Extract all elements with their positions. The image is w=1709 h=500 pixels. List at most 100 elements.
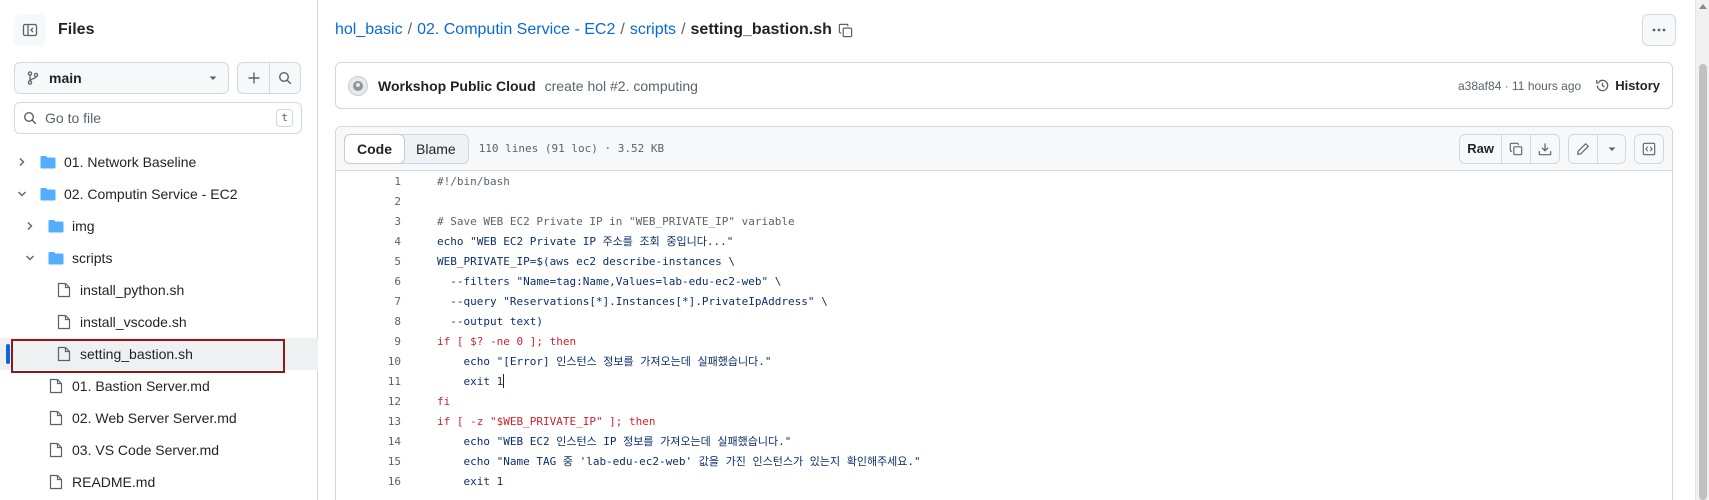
history-button[interactable]: History — [1595, 78, 1660, 93]
file-icon — [48, 378, 64, 394]
history-icon — [1596, 79, 1609, 92]
chevron-right-icon — [22, 218, 38, 234]
breadcrumb-repo-link[interactable]: hol_basic — [335, 21, 403, 39]
line-content: fi — [437, 394, 451, 408]
line-number[interactable]: 10 — [336, 355, 401, 368]
file-tree: 01. Network Baseline 02. Computin Servic… — [0, 146, 318, 498]
download-button[interactable] — [1530, 134, 1559, 163]
code-line: 10 echo "[Error] 인스턴스 정보를 가져오는데 실패했습니다." — [336, 351, 1672, 371]
history-label: History — [1615, 78, 1660, 93]
line-number[interactable]: 11 — [336, 375, 401, 388]
breadcrumb-separator: / — [407, 21, 413, 38]
go-to-file-input[interactable]: Go to file t — [14, 102, 302, 134]
line-content: echo "WEB EC2 Private IP 주소를 조회 중입니다..." — [437, 235, 734, 248]
line-number[interactable]: 13 — [336, 415, 401, 428]
caret-down-icon — [1608, 147, 1615, 151]
chevron-down-icon — [22, 250, 38, 266]
tree-item-setting-bastion[interactable]: setting_bastion.sh — [0, 338, 318, 373]
line-content: --filters "Name=tag:Name,Values=lab-edu-… — [437, 274, 782, 288]
tree-item-label: install_python.sh — [80, 282, 185, 298]
code-line: 12 fi — [336, 391, 1672, 411]
github-mark-icon — [353, 80, 363, 91]
line-content: if [ -z "$WEB_PRIVATE_IP" ]; then — [437, 414, 656, 428]
tree-item-scripts[interactable]: scripts — [0, 242, 318, 274]
line-number[interactable]: 16 — [336, 475, 401, 488]
line-content: echo "[Error] 인스턴스 정보를 가져오는데 실패했습니다." — [437, 355, 772, 368]
branch-row: main — [14, 62, 301, 94]
file-header: Code Blame 110 lines (91 loc) · 3.52 KB … — [336, 127, 1672, 171]
code-line: 11 exit 1 — [336, 371, 1672, 391]
folder-open-icon — [40, 186, 56, 202]
tree-item-web-server-md[interactable]: 02. Web Server Server.md — [0, 402, 318, 434]
breadcrumb-folder-link[interactable]: 02. Computin Service - EC2 — [417, 21, 615, 39]
avatar[interactable] — [348, 75, 368, 96]
commit-message[interactable]: create hol #2. computing — [545, 78, 1458, 94]
line-number[interactable]: 4 — [336, 235, 401, 248]
view-mode-toggle: Code Blame — [344, 133, 469, 164]
copy-raw-button[interactable] — [1501, 134, 1530, 163]
tab-blame[interactable]: Blame — [404, 135, 468, 163]
search-code-button[interactable] — [269, 63, 300, 93]
tree-item-install-vscode[interactable]: install_vscode.sh — [0, 306, 318, 338]
code-line: 16 exit 1 — [336, 471, 1672, 491]
code-square-icon — [1642, 142, 1656, 155]
tree-item-install-python[interactable]: install_python.sh — [0, 274, 318, 306]
line-number[interactable]: 1 — [336, 175, 401, 188]
commit-meta[interactable]: a38af84 · 11 hours ago — [1458, 79, 1581, 93]
commit-author[interactable]: Workshop Public Cloud — [378, 78, 536, 94]
tree-item-readme[interactable]: README.md — [0, 466, 318, 498]
line-content: if [ $? -ne 0 ]; then — [437, 334, 577, 348]
raw-button[interactable]: Raw — [1460, 135, 1501, 163]
tree-item-computin-service[interactable]: 02. Computin Service - EC2 — [0, 178, 318, 210]
tree-item-img[interactable]: img — [0, 210, 318, 242]
folder-open-icon — [48, 250, 64, 266]
tree-item-network-baseline[interactable]: 01. Network Baseline — [0, 146, 318, 178]
line-number[interactable]: 2 — [336, 195, 401, 208]
edit-file-button[interactable] — [1569, 135, 1597, 163]
line-number[interactable]: 6 — [336, 275, 401, 288]
edit-options-button[interactable] — [1597, 134, 1625, 163]
line-number[interactable]: 12 — [336, 395, 401, 408]
copy-path-button[interactable] — [838, 23, 853, 38]
line-number[interactable]: 3 — [336, 215, 401, 228]
line-number[interactable]: 5 — [336, 255, 401, 268]
code-line: 14 echo "WEB EC2 인스턴스 IP 정보를 가져오는데 실패했습니… — [336, 431, 1672, 451]
add-file-button[interactable] — [238, 63, 269, 93]
latest-commit-box: Workshop Public Cloud create hol #2. com… — [335, 62, 1673, 109]
sidebar-title: Files — [58, 21, 95, 38]
line-number[interactable]: 7 — [336, 295, 401, 308]
breadcrumb: hol_basic / 02. Computin Service - EC2 /… — [335, 18, 853, 42]
keyboard-shortcut-hint: t — [276, 109, 293, 127]
download-icon — [1538, 142, 1552, 155]
tree-item-label: img — [72, 218, 95, 234]
text-cursor — [503, 374, 505, 388]
line-number[interactable]: 15 — [336, 455, 401, 468]
tree-item-label: 02. Web Server Server.md — [72, 410, 237, 426]
file-icon — [48, 442, 64, 458]
collapse-sidebar-button[interactable] — [14, 14, 46, 46]
tree-item-label: 01. Network Baseline — [64, 154, 197, 170]
breadcrumb-folder-link[interactable]: scripts — [630, 21, 676, 39]
raw-copy-download-group: Raw — [1459, 133, 1560, 164]
git-branch-icon — [27, 71, 39, 85]
scrollbar-thumb[interactable] — [1699, 64, 1707, 500]
tab-code[interactable]: Code — [344, 133, 405, 164]
branch-selector[interactable]: main — [14, 62, 229, 94]
line-content: --output text) — [437, 314, 543, 328]
tree-item-vscode-server-md[interactable]: 03. VS Code Server.md — [0, 434, 318, 466]
line-content: #!/bin/bash — [437, 174, 510, 188]
scroll-up-arrow-icon[interactable] — [1699, 4, 1707, 9]
breadcrumb-separator: / — [620, 21, 625, 38]
line-number[interactable]: 14 — [336, 435, 401, 448]
page-scrollbar[interactable] — [1695, 0, 1709, 500]
code-line: 8 --output text) — [336, 311, 1672, 331]
line-content: --query "Reservations[*].Instances[*].Pr… — [437, 294, 828, 308]
symbols-panel-button[interactable] — [1635, 135, 1663, 163]
code-line: 15 echo "Name TAG 중 'lab-edu-ec2-web' 값을… — [336, 451, 1672, 471]
tree-item-bastion-server-md[interactable]: 01. Bastion Server.md — [0, 370, 318, 402]
line-number[interactable]: 9 — [336, 335, 401, 348]
chevron-down-icon — [14, 186, 30, 202]
code-view[interactable]: 1 #!/bin/bash 2 3 # Save WEB EC2 Private I… — [336, 171, 1672, 491]
line-number[interactable]: 8 — [336, 315, 401, 328]
more-options-button[interactable] — [1642, 14, 1676, 46]
